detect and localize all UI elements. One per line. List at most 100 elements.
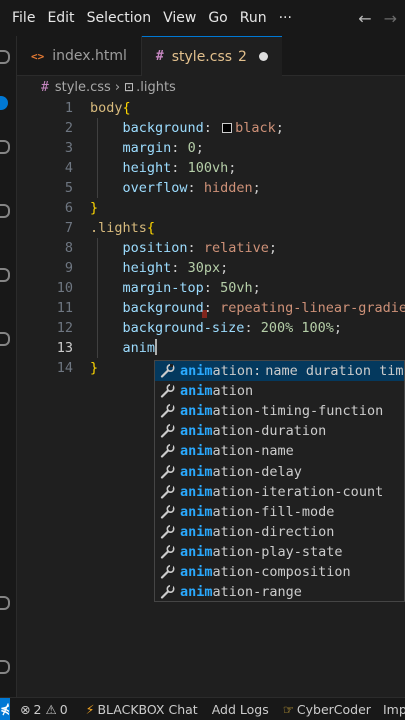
code-line[interactable]: 6} <box>17 198 405 218</box>
suggest-label: ation-duration <box>212 423 327 440</box>
suggest-item[interactable]: anim ation-delay <box>155 461 404 481</box>
account-icon[interactable] <box>0 596 10 610</box>
code-token: black <box>235 120 276 136</box>
suggest-match: anim <box>180 503 213 520</box>
code-line[interactable]: 8 position: relative; <box>17 238 405 258</box>
truncated-status-item[interactable]: Imp <box>383 702 405 717</box>
menu-edit[interactable]: Edit <box>41 10 80 26</box>
code-token: 100% <box>301 320 334 336</box>
code-token: ; <box>333 320 343 336</box>
forward-arrow-icon[interactable]: → <box>384 9 397 28</box>
code-line[interactable]: 5 overflow: hidden; <box>17 178 405 198</box>
code-line[interactable]: 7 .lights{ <box>17 218 405 238</box>
code-text: anim <box>90 338 158 358</box>
code-text: height: 30px; <box>90 258 229 278</box>
code-text: background: repeating-linear-gradie <box>90 298 405 318</box>
source-control-badge-icon[interactable] <box>0 96 8 110</box>
line-number: 2 <box>64 120 73 136</box>
line-number: 12 <box>56 320 73 336</box>
suggest-label: ation-iteration-count <box>212 483 384 500</box>
code-token: repeating-linear-gradie <box>220 300 405 316</box>
suggest-widget[interactable]: anim ation: name duration tim anim ation anim… <box>154 360 405 602</box>
code-text: .lights{ <box>90 218 155 238</box>
tab-style-css[interactable]: # style.css 2 <box>141 36 282 76</box>
run-debug-icon[interactable] <box>0 204 10 218</box>
line-number: 10 <box>56 280 73 296</box>
search-icon[interactable] <box>0 140 10 154</box>
suggest-item[interactable]: anim ation-composition <box>155 562 404 582</box>
code-token: .lights <box>90 220 147 236</box>
wrench-icon <box>160 585 176 599</box>
suggest-item[interactable]: anim ation-range <box>155 582 404 601</box>
menu-go[interactable]: Go <box>202 10 233 26</box>
tab-label: style.css <box>171 48 233 65</box>
manage-gear-icon[interactable] <box>0 660 10 674</box>
menu-file[interactable]: File <box>0 10 41 26</box>
code-token: : <box>171 140 188 156</box>
extensions-icon[interactable] <box>0 268 10 282</box>
code-line[interactable]: 2 background: black; <box>17 118 405 138</box>
history-nav: ← → <box>358 9 405 28</box>
cybercoder-status[interactable]: ☞ CyberCoder <box>283 702 371 717</box>
suggest-item[interactable]: anim ation-play-state <box>155 542 404 562</box>
code-line[interactable]: 13 anim <box>17 338 405 358</box>
suggest-item[interactable]: anim ation-name <box>155 441 404 461</box>
code-token: : <box>171 160 188 176</box>
code-line[interactable]: 12 background-size: 200% 100%; <box>17 318 405 338</box>
menu-view[interactable]: View <box>157 10 202 26</box>
suggest-item[interactable]: anim ation-fill-mode <box>155 502 404 522</box>
suggest-item[interactable]: anim ation <box>155 381 404 401</box>
menu-run[interactable]: Run <box>234 10 273 26</box>
explorer-icon[interactable] <box>0 50 10 64</box>
tab-label: index.html <box>52 48 127 64</box>
tab-index-html[interactable]: <> index.html <box>17 36 142 76</box>
code-token: relative <box>203 240 269 256</box>
color-swatch-icon[interactable] <box>222 123 233 133</box>
back-arrow-icon[interactable]: ← <box>358 9 371 28</box>
suggest-match: anim <box>180 584 213 601</box>
breadcrumb: # style.css › ⊡ .lights <box>17 76 405 98</box>
suggest-item[interactable]: anim ation-iteration-count <box>155 482 404 502</box>
line-number: 3 <box>64 140 73 156</box>
code-line[interactable]: 4 height: 100vh; <box>17 158 405 178</box>
suggest-item[interactable]: anim ation-duration <box>155 421 404 441</box>
line-number: 1 <box>64 100 73 116</box>
code-line[interactable]: 3 margin: 0; <box>17 138 405 158</box>
breadcrumb-symbol[interactable]: .lights <box>136 80 176 95</box>
menu-more[interactable]: ··· <box>273 10 298 26</box>
css-file-icon: # <box>41 79 49 95</box>
suggest-label: ation-composition <box>212 563 351 580</box>
line-number: 11 <box>56 300 73 316</box>
code-token: background <box>122 120 204 136</box>
blackbox-chat-status[interactable]: ⚡ BLACKBOX Chat <box>86 702 198 717</box>
breadcrumb-file[interactable]: style.css <box>55 80 111 95</box>
code-line[interactable]: 9 height: 30px; <box>17 258 405 278</box>
code-token: : <box>244 320 261 336</box>
code-line[interactable]: 1 body{ <box>17 98 405 118</box>
add-logs-status[interactable]: Add Logs <box>212 702 269 717</box>
code-token: : <box>171 260 188 276</box>
suggest-item[interactable]: anim ation-direction <box>155 522 404 542</box>
menu-selection[interactable]: Selection <box>81 10 158 26</box>
unsaved-dot-icon[interactable] <box>258 52 268 61</box>
code-token: anim <box>122 340 156 356</box>
suggest-item[interactable]: anim ation-timing-function <box>155 401 404 421</box>
suggest-match: anim <box>180 563 213 580</box>
wrench-icon <box>160 424 176 438</box>
code-token: body <box>90 100 123 116</box>
code-line[interactable]: 11 background: repeating-linear-gradie <box>17 298 405 318</box>
remote-explorer-icon[interactable] <box>0 332 10 346</box>
code-line[interactable]: 10 margin-top: 50vh; <box>17 278 405 298</box>
line-number: 9 <box>64 260 73 276</box>
code-text: } <box>90 198 98 218</box>
suggest-item[interactable]: anim ation: name duration tim <box>155 361 404 382</box>
remote-indicator-icon[interactable]: ⋠ <box>0 697 11 720</box>
problems-status[interactable]: ⊗ 2 ⚠ 0 <box>20 702 68 717</box>
suggest-label: ation-delay <box>212 463 302 480</box>
